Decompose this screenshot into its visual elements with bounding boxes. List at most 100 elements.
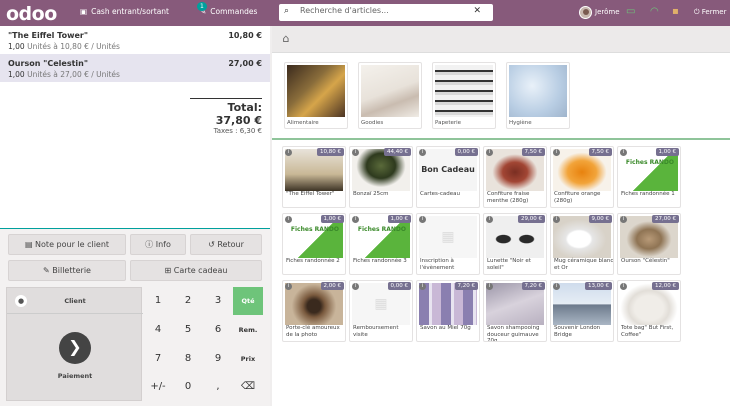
product-card[interactable]: i 2,00 € Porte-clé amoureux de la photo: [282, 280, 346, 342]
info-icon: ⓘ: [145, 240, 154, 249]
product-card[interactable]: Bon Cadeau i 0,00 € Cartes-cadeau: [416, 146, 480, 208]
numpad-mode-discount[interactable]: Rem.: [233, 316, 263, 344]
info-icon[interactable]: i: [352, 283, 359, 290]
product-card[interactable]: i 44,40 € Bonzaï 25cm: [349, 146, 413, 208]
info-icon[interactable]: i: [620, 216, 627, 223]
info-icon[interactable]: i: [486, 283, 493, 290]
placeholder-image-icon: ▦: [419, 216, 477, 258]
cash-in-out-button[interactable]: ▣ Cash entrant/sortant: [80, 7, 169, 16]
product-card[interactable]: Fiches RANDO i 1,00 € Fiches randonnée 1: [617, 146, 681, 208]
info-icon[interactable]: i: [285, 149, 292, 156]
info-icon[interactable]: i: [486, 216, 493, 223]
info-icon[interactable]: i: [419, 149, 426, 156]
numpad-key-decimal[interactable]: ,: [203, 373, 233, 401]
product-card[interactable]: i 7,50 € Confiture orange (280g): [550, 146, 614, 208]
category-food[interactable]: Alimentaire: [284, 62, 348, 129]
numpad-key-5[interactable]: 5: [173, 316, 203, 344]
info-icon[interactable]: i: [352, 216, 359, 223]
numpad-key-8[interactable]: 8: [173, 345, 203, 373]
orders-button[interactable]: ✎ 1 Commandes: [197, 2, 257, 16]
product-card[interactable]: Fiches RANDO i 1,00 € Fiches randonnée 3: [349, 213, 413, 275]
info-icon[interactable]: i: [553, 149, 560, 156]
product-card[interactable]: i 13,00 € Souvenir London Bridge: [550, 280, 614, 342]
numpad-mode-price[interactable]: Prix: [233, 345, 263, 373]
product-card[interactable]: ▦ i Inscription à l'évènement: [416, 213, 480, 275]
product-name: Ourson "Célestin": [621, 258, 670, 264]
numpad-key-4[interactable]: 4: [143, 316, 173, 344]
product-card[interactable]: ▦ i 0,00 € Remboursement visite: [349, 280, 413, 342]
info-icon[interactable]: i: [620, 283, 627, 290]
product-card[interactable]: i 7,20 € Savon shampooing douceur guimau…: [483, 280, 547, 342]
info-icon[interactable]: i: [620, 149, 627, 156]
payment-button[interactable]: ❯ Paiement: [7, 314, 143, 402]
product-price: 9,00 €: [588, 215, 612, 223]
wifi-icon: ◠: [650, 6, 659, 17]
ticket-icon: ✎: [43, 266, 50, 275]
ticketing-button[interactable]: ✎ Billetterie: [8, 260, 126, 281]
info-icon[interactable]: i: [285, 216, 292, 223]
product-card[interactable]: i 10,80 € "The Eiffel Tower": [282, 146, 346, 208]
numpad-key-0[interactable]: 0: [173, 373, 203, 401]
product-card[interactable]: Fiches RANDO i 1,00 € Fiches randonnée 2: [282, 213, 346, 275]
product-price: 0,00 €: [454, 148, 478, 156]
gift-card-button[interactable]: ⊞ Carte cadeau: [130, 260, 262, 281]
product-price: 1,00 €: [655, 148, 679, 156]
product-search-input[interactable]: ⌕ Recherche d'articles... ✕: [279, 4, 493, 21]
product-price: 12,00 €: [652, 282, 679, 290]
product-card[interactable]: i 29,00 € Lunette "Noir et soleil": [483, 213, 547, 275]
product-price: 27,00 €: [652, 215, 679, 223]
category-hygiene[interactable]: Hygiène: [506, 62, 570, 129]
order-line-selected[interactable]: Ourson "Celestin" 27,00 € 1,00 Unités à …: [0, 54, 270, 82]
numpad-mode-quantity[interactable]: Qté: [233, 287, 263, 315]
close-icon: ⏻: [694, 8, 700, 16]
backspace-icon[interactable]: ⌫: [233, 373, 263, 401]
info-icon[interactable]: i: [486, 149, 493, 156]
screen-icon[interactable]: ▭: [626, 6, 635, 17]
order-line[interactable]: "The Eiffel Tower" 10,80 € 1,00 Unités à…: [0, 26, 270, 54]
numpad-key-9[interactable]: 9: [203, 345, 233, 373]
product-name: "The Eiffel Tower": [286, 191, 335, 197]
numpad-key-7[interactable]: 7: [143, 345, 173, 373]
info-icon[interactable]: i: [285, 283, 292, 290]
numpad: ● Client ❯ Paiement 1 2 3 Qté 4 5 6 Rem.…: [6, 287, 263, 402]
customer-note-button[interactable]: ▤ Note pour le client: [8, 234, 126, 255]
numpad-key-plus-minus[interactable]: +/-: [143, 373, 173, 401]
product-card[interactable]: i 27,00 € Ourson "Célestin": [617, 213, 681, 275]
numpad-key-3[interactable]: 3: [203, 287, 233, 315]
product-name: Savon shampooing douceur guimauve 70g: [487, 325, 540, 342]
close-button[interactable]: ⏻ Fermer: [694, 8, 727, 17]
info-icon[interactable]: i: [553, 283, 560, 290]
numpad-key-2[interactable]: 2: [173, 287, 203, 315]
product-card[interactable]: i 12,00 € Tote bag" But First, Coffee": [617, 280, 681, 342]
top-bar: odoo ▣ Cash entrant/sortant ✎ 1 Commandes ⌕…: [0, 0, 730, 26]
action-pad: ▤ Note pour le client ⓘ Info ↺ Retour ✎ …: [0, 228, 270, 406]
left-pane: "The Eiffel Tower" 10,80 € 1,00 Unités à…: [0, 26, 270, 406]
category-list: Alimentaire Goodies Papeterie Hygiène: [272, 53, 730, 140]
product-grid: i 10,80 € "The Eiffel Tower" i 44,40 € B…: [272, 142, 730, 406]
user-avatar[interactable]: [579, 6, 592, 19]
product-name: Mug céramique blanc et Or: [554, 258, 614, 271]
customer-button[interactable]: ● Client: [7, 288, 143, 314]
clear-search-icon[interactable]: ✕: [473, 6, 481, 16]
info-icon[interactable]: i: [419, 283, 426, 290]
breadcrumb: ⌂: [272, 26, 730, 53]
home-icon[interactable]: ⌂: [278, 32, 294, 48]
refund-button[interactable]: ↺ Retour: [190, 234, 262, 255]
order-summary: "The Eiffel Tower" 10,80 € 1,00 Unités à…: [0, 26, 270, 228]
numpad-key-6[interactable]: 6: [203, 316, 233, 344]
category-stationery[interactable]: Papeterie: [432, 62, 496, 129]
product-card[interactable]: i 7,50 € Confiture fraise menthe (280g): [483, 146, 547, 208]
product-price: 10,80 €: [317, 148, 344, 156]
numpad-key-1[interactable]: 1: [143, 287, 173, 315]
info-icon[interactable]: i: [352, 149, 359, 156]
note-icon: ▤: [24, 240, 33, 249]
product-name: Bonzaï 25cm: [353, 191, 389, 197]
info-icon[interactable]: i: [553, 216, 560, 223]
category-goodies[interactable]: Goodies: [358, 62, 422, 129]
user-name[interactable]: Jerôme: [595, 8, 620, 16]
info-icon[interactable]: i: [419, 216, 426, 223]
product-card[interactable]: i 9,00 € Mug céramique blanc et Or: [550, 213, 614, 275]
product-card[interactable]: i 7,20 € Savon au Miel 70g: [416, 280, 480, 342]
info-button[interactable]: ⓘ Info: [130, 234, 186, 255]
lock-icon[interactable]: ▪: [672, 6, 679, 17]
